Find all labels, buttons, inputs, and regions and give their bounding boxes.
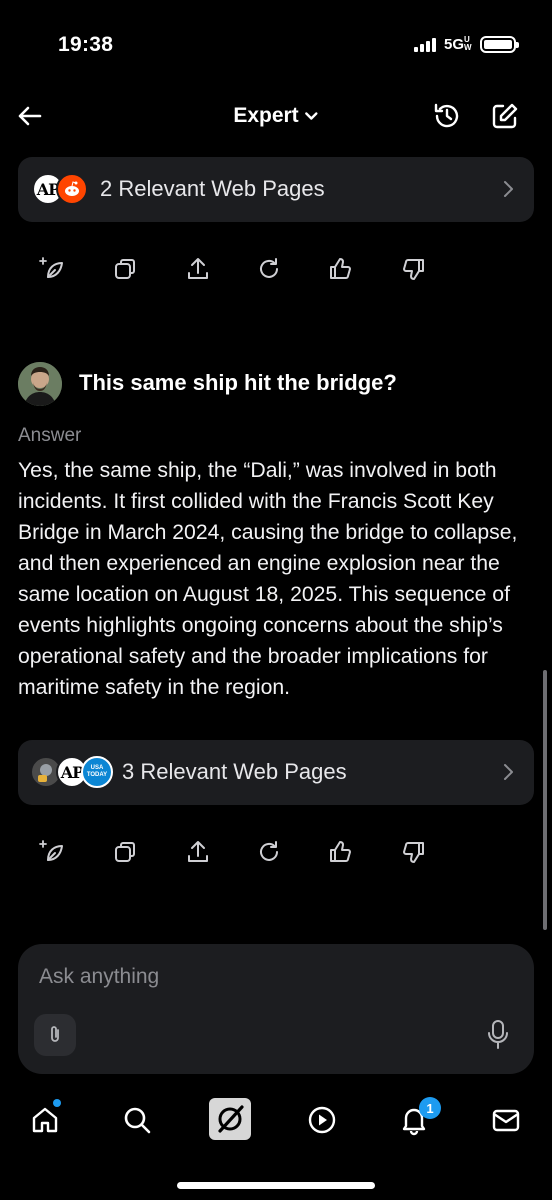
- notification-badge: 1: [419, 1097, 441, 1119]
- signal-icon: [413, 37, 436, 52]
- nav-videos[interactable]: [302, 1100, 342, 1140]
- copy-icon: [115, 842, 135, 862]
- share-icon: [188, 258, 208, 279]
- thumbs-down-icon: [403, 842, 424, 863]
- voice-input-button[interactable]: [484, 1018, 512, 1052]
- sparkle-leaf-icon: [39, 840, 63, 861]
- microphone-icon: [488, 1020, 508, 1049]
- search-icon: [124, 1107, 151, 1134]
- thumbs-up-button[interactable]: [327, 838, 355, 866]
- new-chat-button[interactable]: [489, 100, 521, 132]
- home-indicator: [177, 1182, 375, 1189]
- share-button[interactable]: [184, 255, 212, 283]
- top-header: Expert: [0, 92, 552, 140]
- status-indicators: 5GUW: [413, 35, 519, 54]
- copy-icon: [115, 259, 135, 279]
- relevant-pages-card-1[interactable]: AP 2 Relevant Web Pages: [18, 157, 534, 222]
- usa-today-favicon-icon: USA TODAY: [81, 756, 113, 788]
- thumbs-down-icon: [403, 259, 424, 280]
- bottom-nav: 1: [0, 1088, 552, 1200]
- battery-icon: [480, 36, 519, 53]
- thumbs-up-icon: [330, 841, 351, 862]
- sparkle-leaf-icon: [39, 257, 63, 278]
- refresh-icon: [260, 258, 278, 278]
- model-label: Expert: [233, 104, 299, 127]
- thumbs-up-button[interactable]: [327, 255, 355, 283]
- reddit-favicon-icon: [56, 173, 88, 205]
- home-icon: [32, 1107, 58, 1133]
- scrollbar[interactable]: [543, 670, 547, 930]
- chevron-right-icon: [504, 764, 513, 780]
- share-icon: [188, 841, 208, 862]
- model-selector[interactable]: Expert: [233, 104, 318, 128]
- user-question: This same ship hit the bridge?: [79, 370, 397, 395]
- home-unread-dot: [53, 1099, 61, 1107]
- play-circle-icon: [308, 1106, 336, 1134]
- thumbs-down-button[interactable]: [399, 838, 427, 866]
- nav-grok[interactable]: [209, 1098, 251, 1140]
- mail-icon: [492, 1109, 520, 1132]
- back-button[interactable]: [14, 100, 46, 132]
- share-button[interactable]: [184, 838, 212, 866]
- status-bar: 19:38 5GUW: [0, 0, 552, 90]
- attach-button[interactable]: [34, 1014, 76, 1056]
- copy-button[interactable]: [111, 255, 139, 283]
- nav-messages[interactable]: [486, 1100, 526, 1140]
- relevant-pages-card-2[interactable]: AP USA TODAY 3 Relevant Web Pages: [18, 740, 534, 805]
- chat-input-box[interactable]: Ask anything: [18, 944, 534, 1074]
- response-actions-1: [38, 255, 438, 285]
- relevant-pages-label: 3 Relevant Web Pages: [122, 759, 347, 784]
- chevron-down-icon: [305, 112, 318, 120]
- chat-input-placeholder[interactable]: Ask anything: [39, 965, 159, 989]
- chevron-right-icon: [504, 181, 513, 197]
- relevant-pages-label: 2 Relevant Web Pages: [100, 176, 325, 201]
- status-time: 19:38: [58, 33, 114, 56]
- regenerate-sparkle-button[interactable]: [38, 838, 66, 866]
- thumbs-up-icon: [330, 258, 351, 279]
- answer-text: Yes, the same ship, the “Dali,” was invo…: [18, 459, 518, 699]
- compose-icon: [492, 103, 518, 129]
- paperclip-icon: [51, 1026, 59, 1042]
- regenerate-sparkle-button[interactable]: [38, 255, 66, 283]
- back-arrow-icon: [18, 106, 42, 126]
- nav-search[interactable]: [117, 1100, 157, 1140]
- user-avatar: [18, 362, 62, 406]
- history-icon: [434, 103, 459, 128]
- history-button[interactable]: [431, 100, 463, 132]
- response-actions-2: [38, 838, 438, 868]
- retry-button[interactable]: [255, 838, 283, 866]
- retry-button[interactable]: [255, 255, 283, 283]
- refresh-icon: [260, 841, 278, 861]
- grok-icon: [218, 1105, 244, 1133]
- thumbs-down-button[interactable]: [399, 255, 427, 283]
- network-label: 5GUW: [443, 35, 472, 54]
- copy-button[interactable]: [111, 838, 139, 866]
- answer-label: Answer: [18, 425, 82, 446]
